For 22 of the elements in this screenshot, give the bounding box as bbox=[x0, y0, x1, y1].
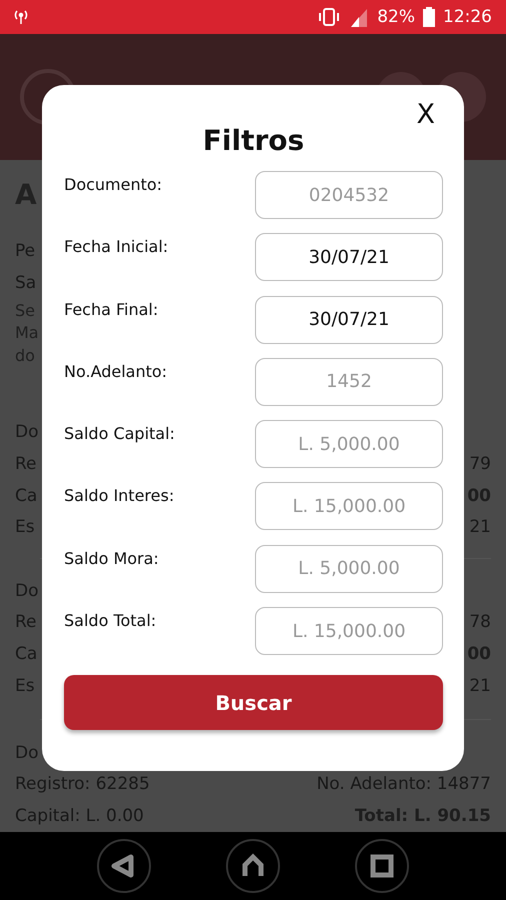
field-label: Fecha Final: bbox=[64, 298, 158, 319]
signal-icon bbox=[349, 7, 370, 27]
close-button[interactable]: X bbox=[408, 99, 443, 130]
field-label: Saldo Interes: bbox=[64, 485, 174, 506]
recents-icon[interactable] bbox=[354, 838, 410, 894]
battery-icon bbox=[423, 7, 435, 27]
input-field[interactable]: 30/07/21 bbox=[255, 296, 443, 344]
search-button[interactable]: Buscar bbox=[64, 675, 443, 730]
field-label: Saldo Total: bbox=[64, 610, 156, 630]
input-field[interactable]: 30/07/21 bbox=[255, 233, 443, 282]
home-icon[interactable] bbox=[224, 838, 281, 894]
battery-level: 82% bbox=[377, 7, 415, 27]
field-label: Fecha Inicial: bbox=[64, 236, 168, 256]
dialog-title: Filtros bbox=[202, 124, 304, 157]
field-label: Saldo Capital: bbox=[64, 423, 175, 444]
field-label: Documento: bbox=[64, 174, 162, 194]
field-label: No.Adelanto: bbox=[64, 360, 168, 381]
field-label: Saldo Mora: bbox=[64, 548, 159, 568]
back-icon[interactable] bbox=[96, 838, 152, 894]
vibrate-icon bbox=[317, 7, 342, 27]
clock: 12:26 bbox=[443, 7, 492, 27]
antenna-icon bbox=[14, 9, 28, 25]
